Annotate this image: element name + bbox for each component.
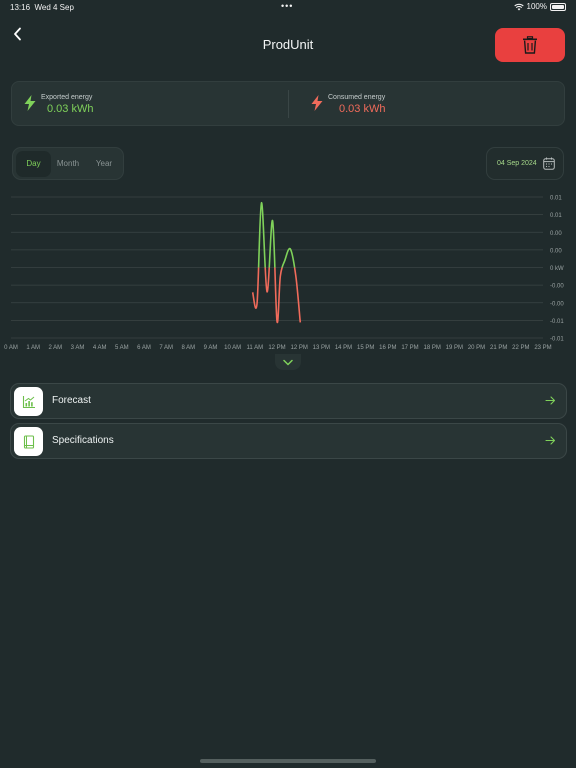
exported-energy-label: Exported energy (41, 94, 93, 101)
forecast-label: Forecast (52, 395, 91, 406)
x-tick-label: 10 AM (224, 345, 241, 351)
y-tick-label: 0.01 (550, 196, 562, 202)
specifications-label: Specifications (52, 435, 114, 446)
period-selector: Day Month Year (12, 147, 124, 180)
trash-icon (523, 36, 537, 54)
y-tick-label: 0.00 (550, 231, 562, 237)
tab-day[interactable]: Day (16, 151, 51, 177)
delete-button[interactable] (495, 28, 565, 62)
x-tick-label: 13 PM (313, 345, 330, 351)
book-icon (23, 434, 34, 449)
x-tick-label: 16 PM (379, 345, 396, 351)
x-tick-label: 20 PM (468, 345, 485, 351)
battery-percent: 100% (526, 2, 547, 11)
battery-icon (550, 2, 566, 11)
consumed-energy-value: 0.03 kWh (339, 103, 386, 115)
chevron-down-icon (283, 359, 293, 365)
status-indicators: 100% (513, 2, 566, 11)
y-tick-label: 0.01 (550, 213, 562, 219)
consumed-energy-label: Consumed energy (328, 94, 386, 101)
multitasking-dots[interactable]: ••• (281, 1, 293, 11)
energy-line-chart: 0.01 0.01 0.00 0.00 0 kW -0.00 -0.00 -0.01 -0.01… (4, 196, 564, 352)
chart-collapse-button[interactable] (275, 354, 301, 370)
selected-date: 04 Sep 2024 (497, 160, 537, 167)
home-indicator[interactable] (200, 759, 376, 763)
y-tick-label: -0.01 (550, 319, 564, 325)
y-axis-ticks: 0.01 0.01 0.00 0.00 0 kW -0.00 -0.00 -0.01 -0.01 (550, 196, 564, 343)
wifi-icon (513, 3, 524, 10)
forecast-icon-box (14, 387, 43, 416)
consumed-energy: Consumed energy 0.03 kWh (289, 82, 565, 125)
energy-summary-card: Exported energy 0.03 kWh Consumed energy… (11, 81, 565, 126)
y-tick-label: 0 kW (550, 266, 564, 272)
arrow-right-icon (545, 436, 556, 445)
calendar-icon (543, 157, 555, 170)
exported-energy-value: 0.03 kWh (47, 103, 94, 115)
x-tick-label: 23 PM (534, 345, 551, 351)
x-tick-label: 8 AM (181, 345, 195, 351)
chart-series (251, 201, 302, 324)
x-tick-label: 2 AM (48, 345, 62, 351)
date-picker-button[interactable]: 04 Sep 2024 (486, 147, 564, 180)
y-tick-label: -0.00 (550, 301, 564, 307)
x-tick-label: 0 AM (4, 345, 18, 351)
x-axis-ticks: 0 AM 1 AM 2 AM 3 AM 4 AM 5 AM 6 AM 7 AM 8 AM 9 AM… (4, 345, 552, 351)
x-tick-label: 4 AM (93, 345, 107, 351)
y-tick-label: 0.00 (550, 248, 562, 254)
status-time: 13:16 Wed 4 Sep (10, 3, 74, 12)
forecast-row[interactable]: Forecast (10, 383, 567, 419)
x-tick-label: 17 PM (401, 345, 418, 351)
y-tick-label: -0.00 (550, 284, 564, 290)
chart-icon (22, 395, 35, 408)
x-tick-label: 15 PM (357, 345, 374, 351)
x-tick-label: 9 AM (204, 345, 218, 351)
x-tick-label: 1 AM (26, 345, 40, 351)
y-tick-label: -0.01 (550, 337, 564, 343)
exported-energy: Exported energy 0.03 kWh (12, 82, 288, 125)
tab-year[interactable]: Year (89, 151, 119, 177)
bolt-icon (311, 95, 323, 111)
x-tick-label: 19 PM (446, 345, 463, 351)
x-tick-label: 18 PM (423, 345, 440, 351)
x-tick-label: 12 PM (268, 345, 285, 351)
status-bar: 13:16 Wed 4 Sep ••• 100% (0, 0, 576, 16)
x-tick-label: 3 AM (71, 345, 85, 351)
x-tick-label: 22 PM (512, 345, 529, 351)
x-tick-label: 5 AM (115, 345, 129, 351)
bolt-icon (24, 95, 36, 111)
specifications-icon-box (14, 427, 43, 456)
x-tick-label: 21 PM (490, 345, 507, 351)
x-tick-label: 6 AM (137, 345, 151, 351)
specifications-row[interactable]: Specifications (10, 423, 567, 459)
tab-month[interactable]: Month (53, 151, 83, 177)
arrow-right-icon (545, 396, 556, 405)
page-title: ProdUnit (262, 37, 314, 52)
x-tick-label: 14 PM (335, 345, 352, 351)
x-tick-label: 11 AM (247, 345, 264, 351)
x-tick-label: 7 AM (159, 345, 173, 351)
x-tick-label: 12 PM (290, 345, 307, 351)
